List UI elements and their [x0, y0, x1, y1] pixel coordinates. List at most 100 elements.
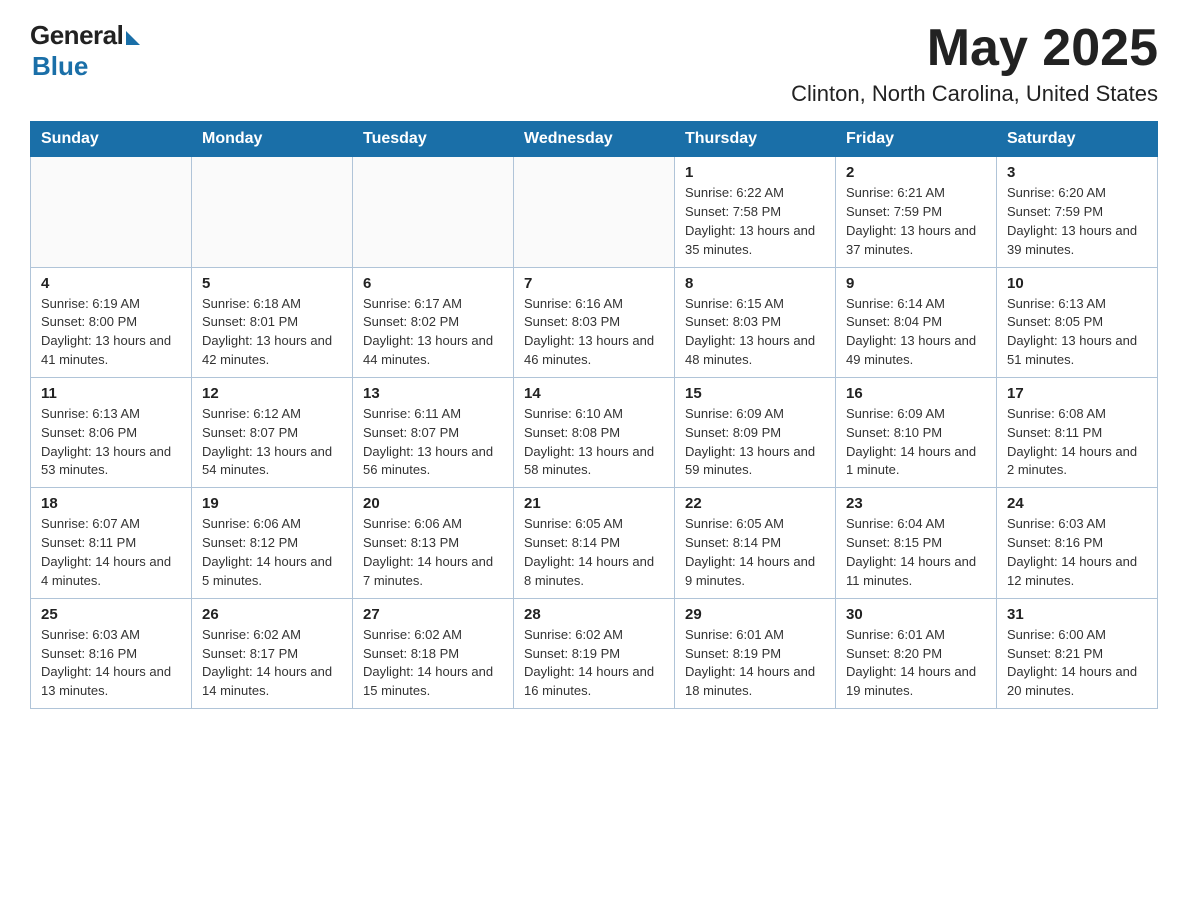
- calendar-cell: 27 Sunrise: 6:02 AM Sunset: 8:18 PM Dayli…: [353, 598, 514, 708]
- calendar-cell: 12 Sunrise: 6:12 AM Sunset: 8:07 PM Dayli…: [192, 377, 353, 487]
- logo-general-text: General: [30, 20, 123, 51]
- day-info: Sunrise: 6:22 AM Sunset: 7:58 PM Dayligh…: [685, 184, 825, 259]
- calendar-cell: 22Sunrise: 6:05 AM Sunset: 8:14 PM Dayli…: [675, 488, 836, 598]
- day-number: 29: [685, 606, 825, 623]
- weekday-header-sunday: Sunday: [31, 122, 192, 157]
- calendar-cell: 18 Sunrise: 6:07 AM Sunset: 8:11 PM Dayli…: [31, 488, 192, 598]
- day-number: 1: [685, 164, 825, 181]
- day-info: Sunrise: 6:01 AM Sunset: 8:20 PM Dayligh…: [846, 626, 986, 701]
- day-number: 18: [41, 495, 181, 512]
- calendar-table: SundayMondayTuesdayWednesdayThursdayFrid…: [30, 121, 1158, 709]
- calendar-cell: 10 Sunrise: 6:13 AM Sunset: 8:05 PM Dayli…: [997, 267, 1158, 377]
- logo: General Blue: [30, 20, 140, 82]
- calendar-cell: 1 Sunrise: 6:22 AM Sunset: 7:58 PM Daylig…: [675, 157, 836, 267]
- day-info: Sunrise: 6:13 AM Sunset: 8:05 PM Dayligh…: [1007, 295, 1147, 370]
- day-info: Sunrise: 6:20 AM Sunset: 7:59 PM Dayligh…: [1007, 184, 1147, 259]
- calendar-cell: [192, 157, 353, 267]
- calendar-cell: [353, 157, 514, 267]
- day-number: 6: [363, 275, 503, 292]
- day-number: 19: [202, 495, 342, 512]
- calendar-cell: 7Sunrise: 6:16 AM Sunset: 8:03 PM Daylig…: [514, 267, 675, 377]
- day-info: Sunrise: 6:03 AM Sunset: 8:16 PM Dayligh…: [41, 626, 181, 701]
- day-info: Sunrise: 6:19 AM Sunset: 8:00 PM Dayligh…: [41, 295, 181, 370]
- day-number: 10: [1007, 275, 1147, 292]
- weekday-header-saturday: Saturday: [997, 122, 1158, 157]
- day-info: Sunrise: 6:05 AM Sunset: 8:14 PM Dayligh…: [524, 515, 664, 590]
- weekday-header-monday: Monday: [192, 122, 353, 157]
- day-info: Sunrise: 6:15 AM Sunset: 8:03 PM Dayligh…: [685, 295, 825, 370]
- day-number: 13: [363, 385, 503, 402]
- calendar-cell: 26 Sunrise: 6:02 AM Sunset: 8:17 PM Dayli…: [192, 598, 353, 708]
- day-number: 4: [41, 275, 181, 292]
- calendar-cell: 5 Sunrise: 6:18 AM Sunset: 8:01 PM Daylig…: [192, 267, 353, 377]
- weekday-header-wednesday: Wednesday: [514, 122, 675, 157]
- day-info: Sunrise: 6:13 AM Sunset: 8:06 PM Dayligh…: [41, 405, 181, 480]
- calendar-cell: 24 Sunrise: 6:03 AM Sunset: 8:16 PM Dayli…: [997, 488, 1158, 598]
- calendar-cell: [31, 157, 192, 267]
- day-number: 26: [202, 606, 342, 623]
- calendar-cell: 16Sunrise: 6:09 AM Sunset: 8:10 PM Dayli…: [836, 377, 997, 487]
- logo-blue-text: Blue: [32, 51, 88, 81]
- calendar-cell: 19Sunrise: 6:06 AM Sunset: 8:12 PM Dayli…: [192, 488, 353, 598]
- week-row-4: 18 Sunrise: 6:07 AM Sunset: 8:11 PM Dayli…: [31, 488, 1158, 598]
- day-info: Sunrise: 6:02 AM Sunset: 8:17 PM Dayligh…: [202, 626, 342, 701]
- calendar-cell: 2 Sunrise: 6:21 AM Sunset: 7:59 PM Daylig…: [836, 157, 997, 267]
- day-info: Sunrise: 6:06 AM Sunset: 8:13 PM Dayligh…: [363, 515, 503, 590]
- day-info: Sunrise: 6:09 AM Sunset: 8:10 PM Dayligh…: [846, 405, 986, 480]
- calendar-cell: 31 Sunrise: 6:00 AM Sunset: 8:21 PM Dayli…: [997, 598, 1158, 708]
- day-number: 7: [524, 275, 664, 292]
- calendar-cell: 29Sunrise: 6:01 AM Sunset: 8:19 PM Dayli…: [675, 598, 836, 708]
- calendar-cell: 14Sunrise: 6:10 AM Sunset: 8:08 PM Dayli…: [514, 377, 675, 487]
- day-number: 2: [846, 164, 986, 181]
- day-info: Sunrise: 6:04 AM Sunset: 8:15 PM Dayligh…: [846, 515, 986, 590]
- day-number: 5: [202, 275, 342, 292]
- day-number: 3: [1007, 164, 1147, 181]
- day-info: Sunrise: 6:12 AM Sunset: 8:07 PM Dayligh…: [202, 405, 342, 480]
- day-number: 21: [524, 495, 664, 512]
- day-info: Sunrise: 6:18 AM Sunset: 8:01 PM Dayligh…: [202, 295, 342, 370]
- day-number: 31: [1007, 606, 1147, 623]
- day-info: Sunrise: 6:10 AM Sunset: 8:08 PM Dayligh…: [524, 405, 664, 480]
- page-header: General Blue May 2025 Clinton, North Car…: [30, 20, 1158, 107]
- day-info: Sunrise: 6:02 AM Sunset: 8:19 PM Dayligh…: [524, 626, 664, 701]
- title-area: May 2025 Clinton, North Carolina, United…: [791, 20, 1158, 107]
- calendar-cell: 23 Sunrise: 6:04 AM Sunset: 8:15 PM Dayli…: [836, 488, 997, 598]
- day-info: Sunrise: 6:17 AM Sunset: 8:02 PM Dayligh…: [363, 295, 503, 370]
- calendar-cell: 4 Sunrise: 6:19 AM Sunset: 8:00 PM Daylig…: [31, 267, 192, 377]
- day-number: 20: [363, 495, 503, 512]
- day-number: 28: [524, 606, 664, 623]
- day-info: Sunrise: 6:11 AM Sunset: 8:07 PM Dayligh…: [363, 405, 503, 480]
- day-number: 9: [846, 275, 986, 292]
- calendar-cell: 13 Sunrise: 6:11 AM Sunset: 8:07 PM Dayli…: [353, 377, 514, 487]
- day-number: 23: [846, 495, 986, 512]
- day-number: 8: [685, 275, 825, 292]
- day-info: Sunrise: 6:08 AM Sunset: 8:11 PM Dayligh…: [1007, 405, 1147, 480]
- day-info: Sunrise: 6:02 AM Sunset: 8:18 PM Dayligh…: [363, 626, 503, 701]
- weekday-header-row: SundayMondayTuesdayWednesdayThursdayFrid…: [31, 122, 1158, 157]
- week-row-2: 4 Sunrise: 6:19 AM Sunset: 8:00 PM Daylig…: [31, 267, 1158, 377]
- day-number: 24: [1007, 495, 1147, 512]
- month-title: May 2025: [791, 20, 1158, 77]
- day-number: 25: [41, 606, 181, 623]
- calendar-cell: 9 Sunrise: 6:14 AM Sunset: 8:04 PM Daylig…: [836, 267, 997, 377]
- day-info: Sunrise: 6:14 AM Sunset: 8:04 PM Dayligh…: [846, 295, 986, 370]
- calendar-cell: 11Sunrise: 6:13 AM Sunset: 8:06 PM Dayli…: [31, 377, 192, 487]
- week-row-5: 25 Sunrise: 6:03 AM Sunset: 8:16 PM Dayli…: [31, 598, 1158, 708]
- calendar-cell: 28 Sunrise: 6:02 AM Sunset: 8:19 PM Dayli…: [514, 598, 675, 708]
- weekday-header-tuesday: Tuesday: [353, 122, 514, 157]
- day-number: 15: [685, 385, 825, 402]
- week-row-1: 1 Sunrise: 6:22 AM Sunset: 7:58 PM Daylig…: [31, 157, 1158, 267]
- location-subtitle: Clinton, North Carolina, United States: [791, 81, 1158, 107]
- calendar-cell: 25 Sunrise: 6:03 AM Sunset: 8:16 PM Dayli…: [31, 598, 192, 708]
- calendar-cell: 3 Sunrise: 6:20 AM Sunset: 7:59 PM Daylig…: [997, 157, 1158, 267]
- day-info: Sunrise: 6:00 AM Sunset: 8:21 PM Dayligh…: [1007, 626, 1147, 701]
- day-info: Sunrise: 6:07 AM Sunset: 8:11 PM Dayligh…: [41, 515, 181, 590]
- calendar-cell: [514, 157, 675, 267]
- day-number: 22: [685, 495, 825, 512]
- day-info: Sunrise: 6:03 AM Sunset: 8:16 PM Dayligh…: [1007, 515, 1147, 590]
- calendar-cell: 8 Sunrise: 6:15 AM Sunset: 8:03 PM Daylig…: [675, 267, 836, 377]
- day-number: 27: [363, 606, 503, 623]
- day-info: Sunrise: 6:21 AM Sunset: 7:59 PM Dayligh…: [846, 184, 986, 259]
- day-number: 12: [202, 385, 342, 402]
- weekday-header-thursday: Thursday: [675, 122, 836, 157]
